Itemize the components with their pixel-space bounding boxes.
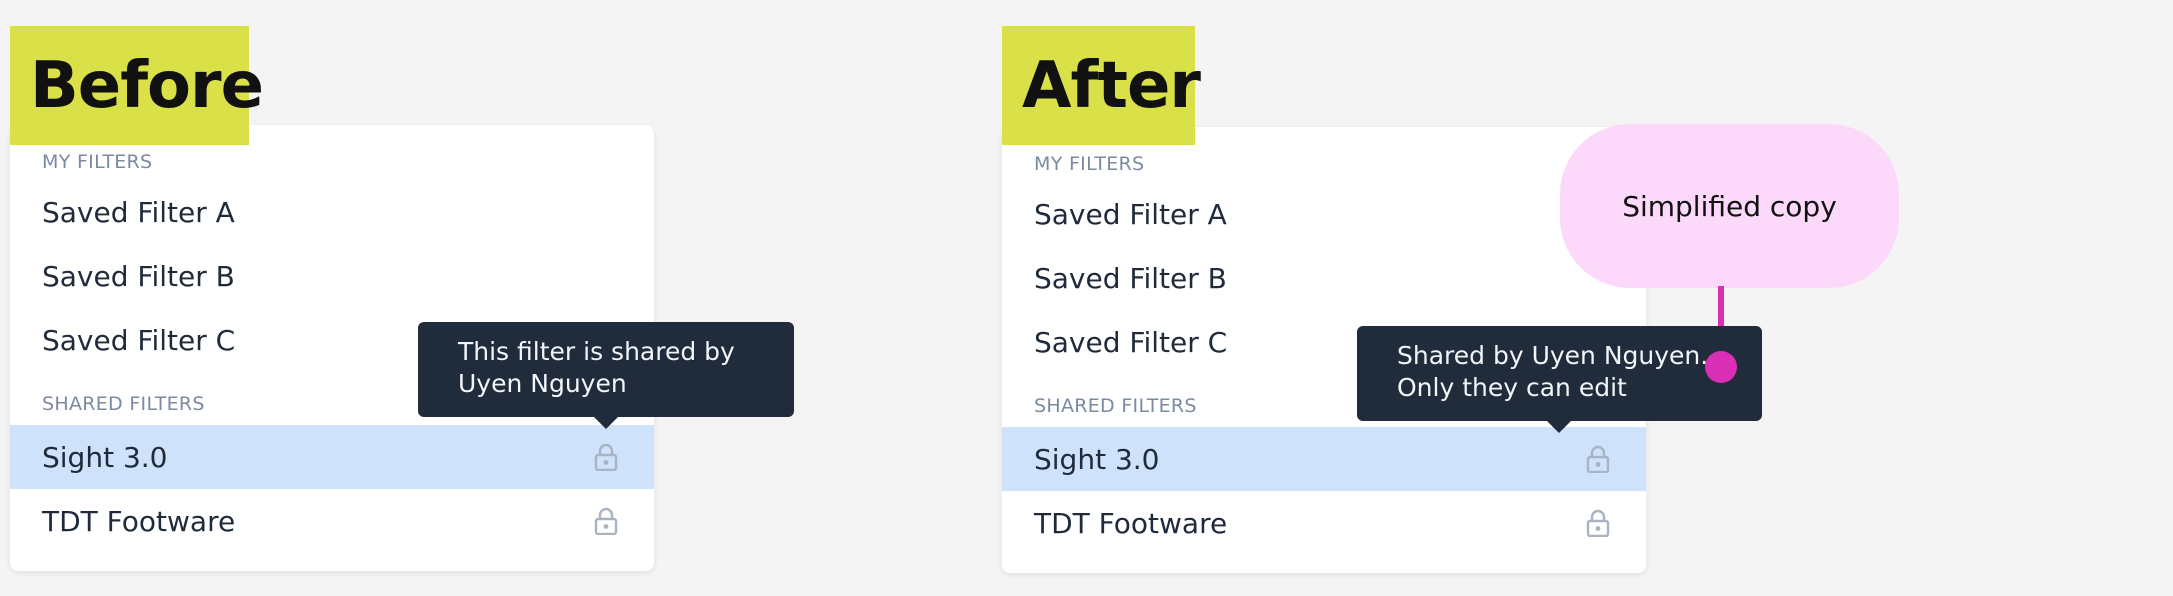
my-filters-heading: MY FILTERS [1034, 153, 1145, 175]
before-tooltip: This filter is shared by Uyen Nguyen [418, 322, 794, 429]
filter-item-tdt[interactable]: TDT Footware [1002, 491, 1646, 555]
my-filters-heading: MY FILTERS [42, 151, 153, 173]
after-tooltip: Shared by Uyen Nguyen. Only they can edi… [1357, 326, 1762, 433]
before-heading: Before [10, 26, 264, 145]
lock-icon[interactable] [594, 507, 618, 535]
filter-item-label: Sight 3.0 [42, 440, 168, 474]
filter-item-tdt[interactable]: TDT Footware [10, 489, 654, 553]
filter-item-sight[interactable]: Sight 3.0 [1002, 427, 1646, 491]
filter-item-saved-a[interactable]: Saved Filter A [10, 180, 654, 244]
filter-item-sight[interactable]: Sight 3.0 [10, 425, 654, 489]
filter-item-saved-b[interactable]: Saved Filter B [10, 244, 654, 308]
filter-item-saved-a[interactable]: Saved Filter A [1002, 182, 1646, 246]
callout-connector-dot [1705, 351, 1737, 383]
lock-icon[interactable] [594, 443, 618, 471]
tooltip-line-1: This filter is shared by [458, 337, 735, 366]
lock-icon[interactable] [1586, 509, 1610, 537]
filter-item-saved-b[interactable]: Saved Filter B [1002, 246, 1646, 310]
filter-item-label: TDT Footware [42, 504, 236, 538]
filter-item-label: TDT Footware [1034, 506, 1228, 540]
lock-icon[interactable] [1586, 445, 1610, 473]
shared-filters-heading: SHARED FILTERS [1034, 395, 1197, 417]
tooltip-arrow [1547, 421, 1571, 433]
tooltip-line-2: Only they can edit [1397, 373, 1627, 402]
tooltip-arrow [594, 417, 618, 429]
tooltip-line-1: Shared by Uyen Nguyen. [1397, 341, 1709, 370]
filter-item-label: Sight 3.0 [1034, 442, 1160, 476]
tooltip-line-2: Uyen Nguyen [458, 369, 627, 398]
after-heading: After [1002, 26, 1201, 145]
simplified-copy-callout: Simplified copy [1560, 124, 1899, 288]
shared-filters-heading: SHARED FILTERS [42, 393, 205, 415]
